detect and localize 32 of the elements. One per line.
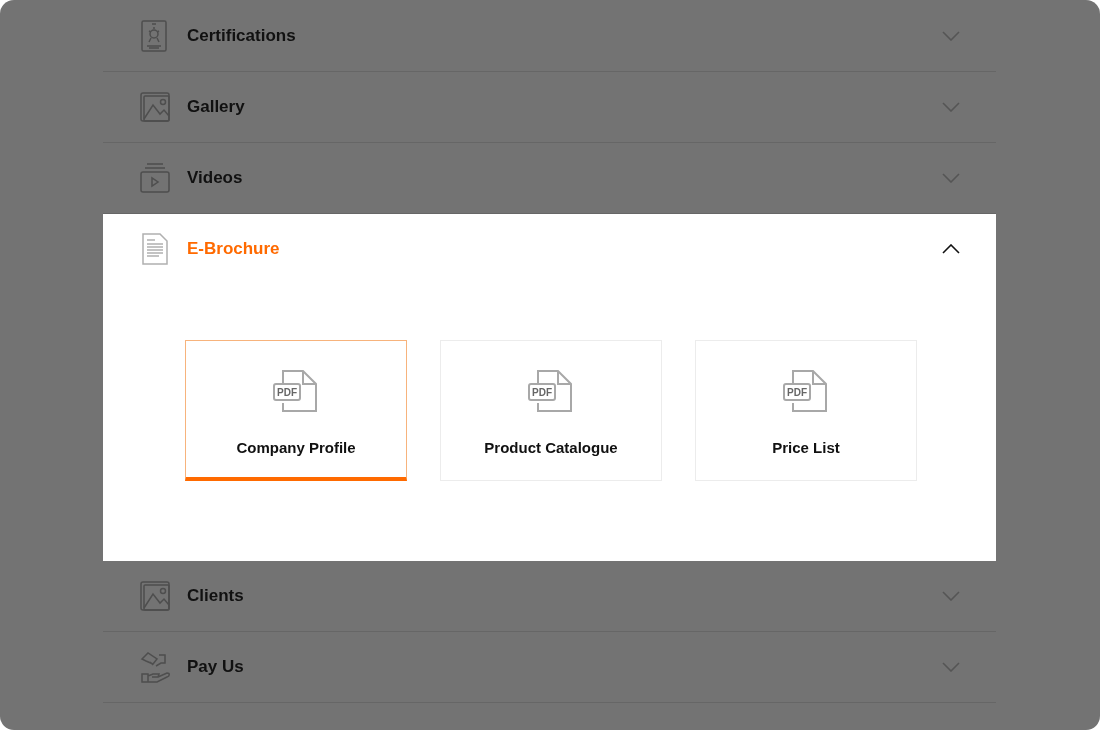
file-type-label: PDF (783, 383, 811, 401)
chevron-down-icon (942, 30, 960, 41)
accordion-header[interactable]: Videos (103, 143, 996, 213)
file-label: Price List (772, 439, 840, 456)
accordion-header[interactable]: E-Brochure (103, 214, 996, 284)
file-card[interactable]: PDF Price List (695, 340, 917, 481)
file-type-label: PDF (528, 383, 556, 401)
section-icon (139, 579, 171, 613)
accordion-header[interactable]: Certifications (103, 0, 996, 71)
chevron-down-icon (942, 662, 960, 672)
section-icon (139, 650, 171, 684)
section-title: Videos (187, 168, 244, 188)
accordion-header[interactable]: Gallery (103, 72, 996, 142)
section-icon (139, 161, 171, 195)
file-label: Company Profile (236, 439, 356, 456)
accordion-header[interactable]: Clients (103, 561, 996, 631)
chevron-down-icon (942, 591, 960, 601)
section-title: Certifications (187, 25, 297, 46)
section-icon (139, 90, 171, 124)
section-icon (139, 232, 171, 266)
file-type-label: PDF (273, 383, 301, 401)
file-label: Product Catalogue (484, 439, 618, 456)
accordion-header[interactable]: Pay Us (103, 632, 996, 702)
section-title: E-Brochure (187, 239, 281, 259)
chevron-down-icon (942, 102, 960, 112)
section-title: Pay Us (187, 657, 245, 677)
chevron-up-icon (942, 244, 960, 254)
chevron-down-icon (942, 173, 960, 183)
file-card[interactable]: PDF Product Catalogue (440, 340, 662, 481)
file-card[interactable]: PDF Company Profile (185, 340, 407, 481)
section-title: Gallery (187, 97, 246, 117)
section-title: Clients (187, 586, 245, 606)
